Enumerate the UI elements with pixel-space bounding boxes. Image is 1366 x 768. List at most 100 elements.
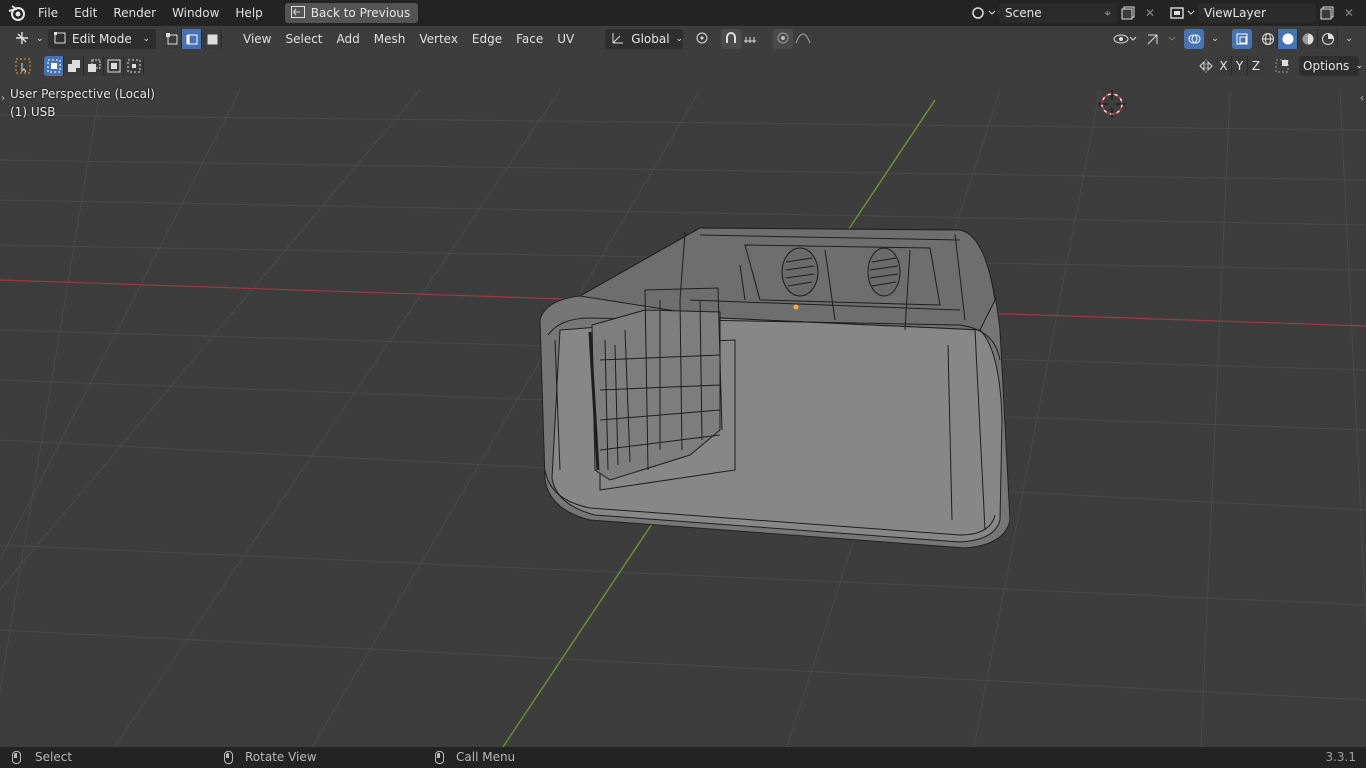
- overlays-dropdown-icon[interactable]: ⌄: [1206, 29, 1224, 49]
- orientation-label: Global: [631, 32, 670, 46]
- proportional-edit-toggle[interactable]: [773, 29, 794, 49]
- menu-view[interactable]: View: [236, 32, 278, 46]
- proportional-falloff-dropdown[interactable]: [793, 29, 819, 49]
- pivot-icon: [695, 31, 709, 48]
- set-selection-icon[interactable]: [44, 56, 64, 76]
- menu-render[interactable]: Render: [105, 2, 164, 24]
- shading-dropdown-icon[interactable]: ⌄: [1340, 29, 1358, 49]
- extend-selection-icon[interactable]: [64, 56, 84, 76]
- back-to-previous-button[interactable]: Back to Previous: [284, 3, 419, 23]
- viewport-3d[interactable]: [0, 0, 1366, 768]
- menu-add[interactable]: Add: [330, 32, 367, 46]
- mouse-right-icon: [435, 750, 444, 764]
- view-perspective-label: User Perspective (Local): [10, 87, 155, 101]
- delete-viewlayer-icon[interactable]: ✕: [1338, 3, 1360, 23]
- face-select-icon[interactable]: [202, 29, 222, 49]
- menu-edit[interactable]: Edit: [66, 2, 105, 24]
- back-label: Back to Previous: [310, 6, 411, 20]
- material-shading-icon[interactable]: [1298, 29, 1318, 49]
- vertex-select-icon[interactable]: [162, 29, 182, 49]
- transform-orientation-dropdown[interactable]: Global ⌄: [605, 29, 684, 49]
- wireframe-shading-icon[interactable]: [1258, 29, 1278, 49]
- snap-increment-icon: [743, 31, 757, 48]
- scene-type-icon[interactable]: [969, 3, 999, 23]
- status-rotate-label: Rotate View: [245, 750, 317, 764]
- version-label: 3.3.1: [1325, 750, 1356, 764]
- invert-selection-icon[interactable]: [104, 56, 124, 76]
- status-bar: Select Rotate View Call Menu 3.3.1: [0, 747, 1366, 768]
- object-origin: [793, 304, 799, 310]
- chevron-down-icon: ⌄: [36, 34, 44, 44]
- gizmo-toggle-icon[interactable]: [1142, 29, 1182, 49]
- tool-settings-row: X Y Z Options ⌄: [0, 54, 1366, 78]
- status-select-label: Select: [35, 750, 73, 764]
- mirror-z-toggle[interactable]: Z: [1248, 56, 1264, 76]
- proportional-icon: [776, 31, 790, 48]
- pivot-point-dropdown[interactable]: [689, 29, 719, 49]
- subtract-selection-icon[interactable]: [84, 56, 104, 76]
- status-call-menu: Call Menu: [435, 750, 515, 764]
- editor-type-dropdown[interactable]: ⌄: [8, 29, 44, 49]
- select-box-tool-icon[interactable]: [12, 56, 34, 76]
- snap-toggle[interactable]: [721, 29, 742, 49]
- edit-mode-icon: [54, 31, 66, 47]
- menu-help[interactable]: Help: [227, 2, 270, 24]
- menu-select[interactable]: Select: [278, 32, 329, 46]
- viewlayer-type-icon[interactable]: [1166, 3, 1198, 23]
- selection-mode-group: [44, 56, 144, 76]
- mirror-y-toggle[interactable]: Y: [1232, 56, 1248, 76]
- new-scene-icon[interactable]: [1117, 3, 1139, 23]
- menu-file[interactable]: File: [30, 2, 66, 24]
- menu-vertex[interactable]: Vertex: [412, 32, 465, 46]
- mouse-middle-icon: [224, 750, 233, 764]
- viewlayer-selector: ViewLayer ✕: [1166, 3, 1360, 23]
- viewport-header: ⌄ Edit Mode ⌄ View Select Add Mesh Verte…: [0, 26, 1366, 52]
- menu-window[interactable]: Window: [164, 2, 227, 24]
- blender-logo-icon[interactable]: [4, 0, 30, 26]
- sidebar-expand-icon[interactable]: ‹: [1360, 93, 1364, 104]
- solid-shading-icon[interactable]: [1278, 29, 1298, 49]
- intersect-selection-icon[interactable]: [124, 56, 144, 76]
- menu-edge[interactable]: Edge: [465, 32, 509, 46]
- menu-uv[interactable]: UV: [550, 32, 581, 46]
- mirror-icon[interactable]: [1196, 56, 1216, 76]
- delete-scene-icon[interactable]: ✕: [1139, 3, 1161, 23]
- viewlayer-field[interactable]: ViewLayer: [1198, 3, 1316, 23]
- orientation-icon: [611, 31, 625, 48]
- new-viewlayer-icon[interactable]: [1316, 3, 1338, 23]
- select-mode-group: [162, 29, 222, 49]
- pin-icon[interactable]: ⌖: [1104, 6, 1111, 21]
- visibility-toggle-icon[interactable]: [1110, 29, 1140, 49]
- top-bar: File Edit Render Window Help Back to Pre…: [0, 0, 1366, 26]
- scene-selector: Scene ⌖ ✕: [969, 3, 1161, 23]
- editor-type-icon: [14, 31, 30, 48]
- auto-merge-icon[interactable]: [1272, 56, 1292, 76]
- rendered-shading-icon[interactable]: [1318, 29, 1338, 49]
- mirror-x-toggle[interactable]: X: [1216, 56, 1232, 76]
- status-call-menu-label: Call Menu: [456, 750, 516, 764]
- menu-mesh[interactable]: Mesh: [367, 32, 413, 46]
- options-dropdown[interactable]: Options ⌄: [1299, 56, 1363, 76]
- xray-toggle-icon[interactable]: [1232, 29, 1252, 49]
- viewlayer-label: ViewLayer: [1204, 6, 1266, 20]
- chevron-down-icon: ⌄: [1355, 61, 1363, 71]
- status-rotate: Rotate View: [224, 750, 317, 764]
- back-icon: [290, 5, 305, 21]
- active-object-label: (1) USB: [10, 105, 56, 119]
- scene-field[interactable]: Scene ⌖: [999, 3, 1117, 23]
- chevron-down-icon: ⌄: [675, 34, 684, 44]
- magnet-icon: [724, 31, 738, 48]
- mouse-left-icon: [12, 750, 21, 764]
- shading-mode-group: [1258, 29, 1338, 49]
- edge-select-icon[interactable]: [182, 29, 202, 49]
- menu-face[interactable]: Face: [509, 32, 550, 46]
- mode-label: Edit Mode: [72, 32, 132, 46]
- status-select: Select: [12, 750, 72, 764]
- options-label: Options: [1303, 59, 1350, 73]
- falloff-curve-icon: [795, 31, 811, 48]
- pin-right: [867, 247, 901, 297]
- snap-target-dropdown[interactable]: [741, 29, 771, 49]
- mode-dropdown[interactable]: Edit Mode ⌄: [48, 29, 156, 49]
- toolbar-expand-icon[interactable]: ›: [1, 93, 5, 104]
- overlays-toggle-icon[interactable]: [1184, 29, 1204, 49]
